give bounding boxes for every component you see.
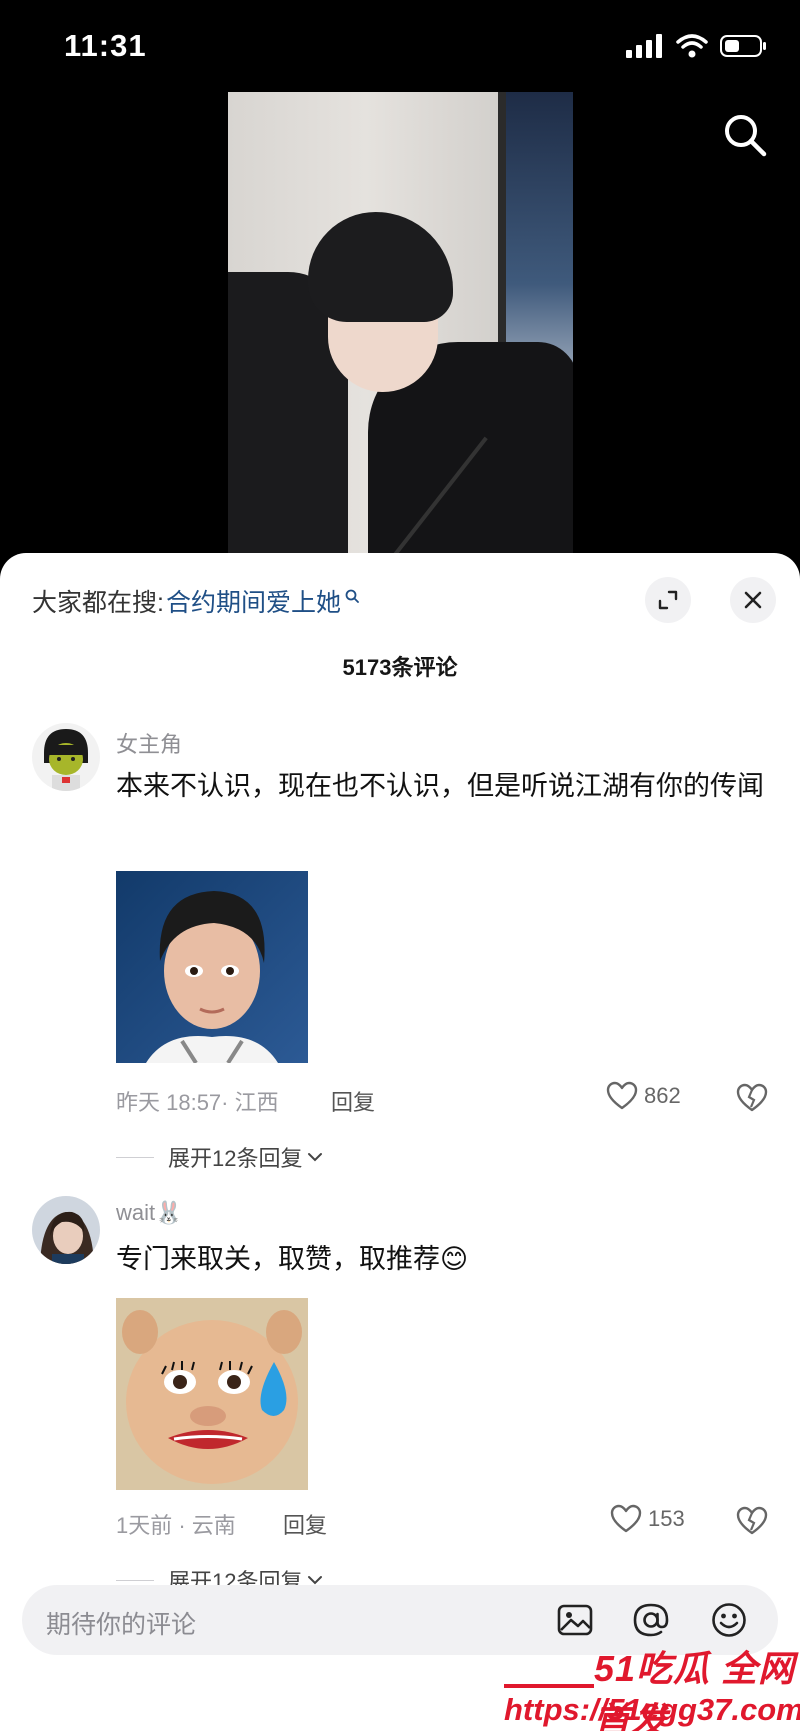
comment-meta: 昨天 18:57· 江西 <box>116 1090 279 1115</box>
expand-replies[interactable]: 展开12条回复 <box>116 1141 324 1173</box>
chevron-down-icon <box>308 1153 323 1162</box>
cellular-signal-icon <box>626 34 662 58</box>
divider <box>116 1156 154 1158</box>
broken-heart-icon[interactable] <box>736 1506 768 1536</box>
battery-icon <box>720 35 766 57</box>
search-small-icon <box>345 589 359 603</box>
hot-search-bar[interactable]: 大家都在搜: 合约期间爱上她 <box>32 583 359 619</box>
comment-username[interactable]: wait🐰 <box>116 1200 183 1226</box>
reply-button[interactable]: 回复 <box>283 1508 327 1540</box>
meme-image <box>116 1298 308 1490</box>
broken-heart-icon[interactable] <box>736 1083 768 1113</box>
avatar-image <box>32 1196 100 1264</box>
like-button[interactable]: 153 <box>610 1504 685 1534</box>
heart-icon <box>606 1081 638 1110</box>
watermark-url: https://51cgg37.com <box>504 1692 800 1727</box>
avatar-image <box>32 723 100 791</box>
expand-sheet-button[interactable] <box>645 577 691 623</box>
expand-icon <box>658 590 678 610</box>
avatar[interactable] <box>32 1196 100 1264</box>
screen: 11:31 大家都在搜: 合约期间爱上她 5173条评论 女主角 本来不认识，现… <box>0 0 800 1731</box>
comment-input-placeholder[interactable]: 期待你的评论 <box>46 1605 196 1641</box>
hot-search-prefix: 大家都在搜: <box>32 589 164 617</box>
status-bar: 11:31 <box>0 0 800 92</box>
video-person-hair <box>308 212 453 322</box>
close-icon <box>744 591 762 609</box>
comment-meta: 1天前 · 云南 <box>116 1513 236 1538</box>
comment-sheet: 大家都在搜: 合约期间爱上她 5173条评论 女主角 本来不认识，现在也不认识，… <box>0 553 800 1731</box>
image-icon[interactable] <box>556 1601 594 1639</box>
status-time: 11:31 <box>64 28 147 63</box>
search-icon[interactable] <box>722 112 768 158</box>
avatar[interactable] <box>32 723 100 791</box>
divider <box>116 1579 154 1581</box>
wifi-icon <box>676 34 708 58</box>
meme-image <box>116 871 308 1063</box>
mention-icon[interactable] <box>632 1601 670 1639</box>
comment-image[interactable] <box>116 1298 308 1490</box>
comment-text: 专门来取关，取赞，取推荐😊 <box>116 1244 469 1274</box>
hot-search-term[interactable]: 合约期间爱上她 <box>166 583 341 619</box>
emoji-icon[interactable] <box>710 1601 748 1639</box>
reply-button[interactable]: 回复 <box>331 1085 375 1117</box>
expand-replies-label: 展开12条回复 <box>168 1146 303 1171</box>
like-count: 862 <box>644 1083 681 1108</box>
like-count: 153 <box>648 1506 685 1531</box>
close-sheet-button[interactable] <box>730 577 776 623</box>
comment-count: 5173条评论 <box>342 655 458 680</box>
comment-image[interactable] <box>116 871 308 1063</box>
watermark: 51吃瓜 全网首发 https://51cgg37.com <box>504 1640 800 1731</box>
comment-username[interactable]: 女主角 <box>116 727 182 759</box>
status-icons <box>626 34 768 58</box>
like-button[interactable]: 862 <box>606 1081 681 1111</box>
watermark-stripe <box>504 1684 594 1688</box>
comment-text: 本来不认识，现在也不认识，但是听说江湖有你的传闻 <box>116 771 764 801</box>
video-player[interactable] <box>228 92 573 553</box>
heart-icon <box>610 1504 642 1533</box>
